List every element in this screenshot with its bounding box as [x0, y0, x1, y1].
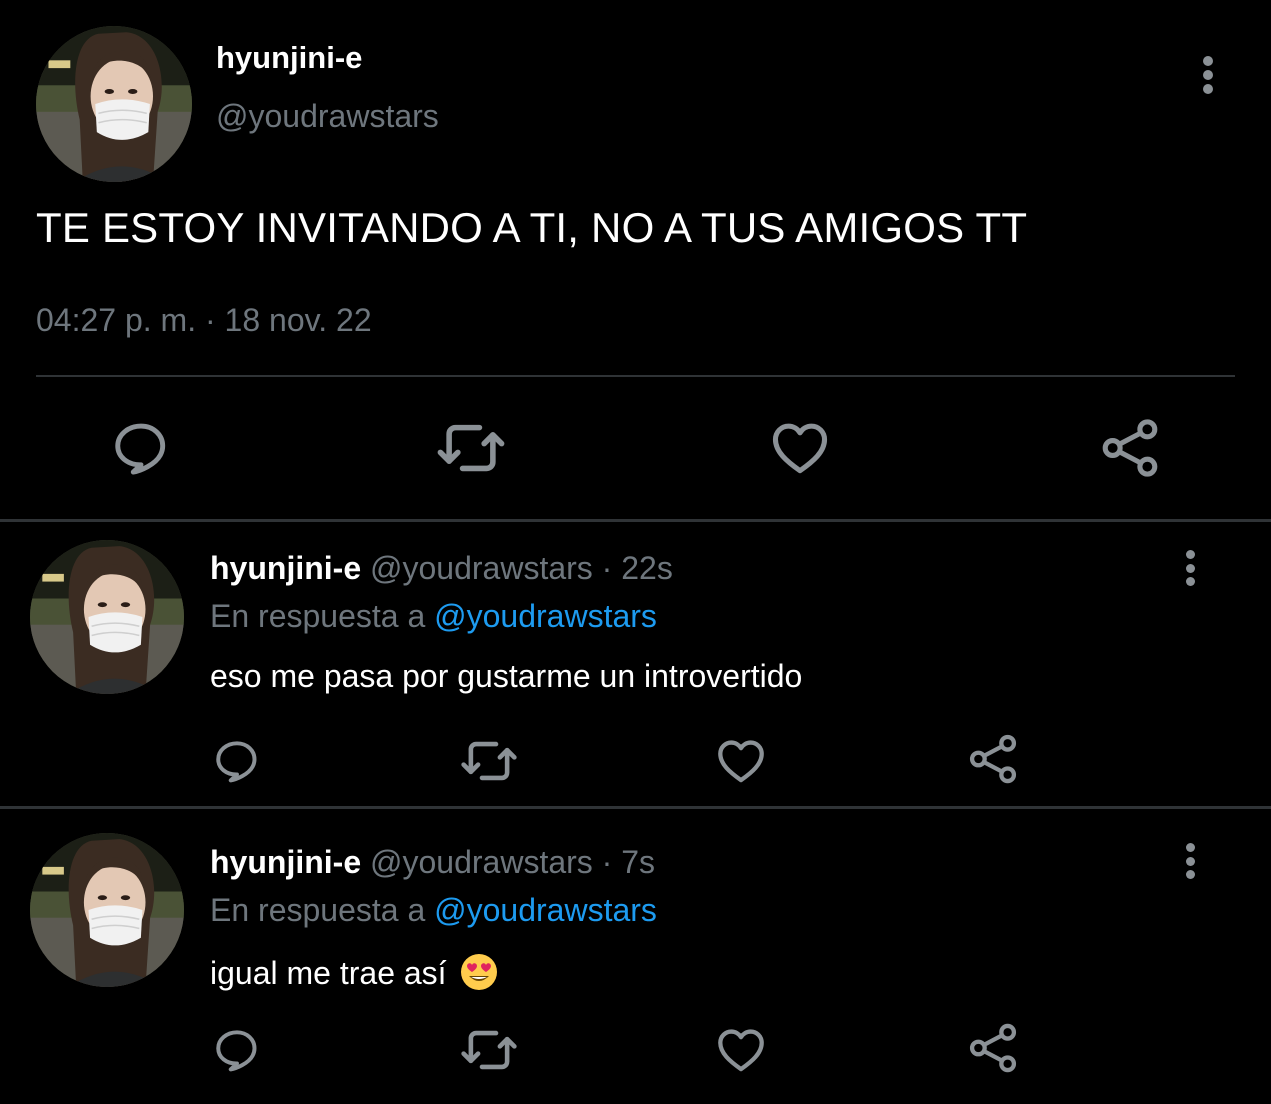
relative-time[interactable]: 22s: [621, 550, 673, 586]
relative-time[interactable]: 7s: [621, 844, 655, 880]
mention-link[interactable]: @youdrawstars: [434, 598, 657, 634]
reply-tweet[interactable]: hyunjini-e @youdrawstars · 7s En respues…: [0, 809, 1271, 1099]
reply-icon[interactable]: [110, 420, 172, 476]
dot-separator: ·: [601, 550, 613, 586]
reply-icon[interactable]: [212, 1025, 262, 1075]
more-options-icon[interactable]: [1178, 843, 1202, 879]
avatar[interactable]: [36, 26, 192, 182]
more-options-icon[interactable]: [1196, 56, 1220, 94]
display-name[interactable]: hyunjini-e: [210, 844, 361, 880]
like-icon[interactable]: [714, 734, 768, 788]
avatar[interactable]: [30, 833, 184, 987]
reply-header: hyunjini-e @youdrawstars · 7s: [210, 844, 655, 881]
display-name[interactable]: hyunjini-e: [216, 40, 362, 76]
tweet-text: TE ESTOY INVITANDO A TI, NO A TUS AMIGOS…: [36, 204, 1028, 251]
user-handle[interactable]: @youdrawstars: [370, 550, 593, 586]
user-handle[interactable]: @youdrawstars: [216, 98, 439, 135]
user-handle[interactable]: @youdrawstars: [370, 844, 593, 880]
share-icon[interactable]: [966, 732, 1020, 786]
like-icon[interactable]: [768, 418, 832, 478]
retweet-icon[interactable]: [460, 734, 518, 788]
divider: [36, 375, 1235, 377]
tweet-text-line: igual me trae así: [210, 952, 499, 992]
retweet-icon[interactable]: [436, 420, 506, 476]
share-icon[interactable]: [966, 1021, 1020, 1075]
dot-separator: ·: [601, 844, 613, 880]
reply-tweet[interactable]: hyunjini-e @youdrawstars · 22s En respue…: [0, 522, 1271, 806]
reply-icon[interactable]: [212, 736, 262, 786]
retweet-icon[interactable]: [460, 1023, 518, 1077]
profile-photo: [30, 833, 184, 987]
reply-header: hyunjini-e @youdrawstars · 22s: [210, 550, 673, 587]
main-tweet: hyunjini-e @youdrawstars TE ESTOY INVITA…: [0, 0, 1271, 520]
like-icon[interactable]: [714, 1023, 768, 1077]
avatar[interactable]: [30, 540, 184, 694]
heart-eyes-emoji: [459, 952, 499, 992]
tweet-timestamp[interactable]: 04:27 p. m. · 18 nov. 22: [36, 302, 372, 339]
mention-link[interactable]: @youdrawstars: [434, 892, 657, 928]
reply-prefix: En respuesta a: [210, 598, 426, 634]
profile-photo: [36, 26, 192, 182]
reply-context: En respuesta a @youdrawstars: [210, 892, 657, 929]
profile-photo: [30, 540, 184, 694]
tweet-text: eso me pasa por gustarme un introvertido: [210, 658, 803, 694]
reply-prefix: En respuesta a: [210, 892, 426, 928]
share-icon[interactable]: [1098, 416, 1162, 480]
tweet-text: igual me trae así: [210, 955, 447, 991]
reply-context: En respuesta a @youdrawstars: [210, 598, 657, 635]
more-options-icon[interactable]: [1178, 550, 1202, 586]
display-name[interactable]: hyunjini-e: [210, 550, 361, 586]
